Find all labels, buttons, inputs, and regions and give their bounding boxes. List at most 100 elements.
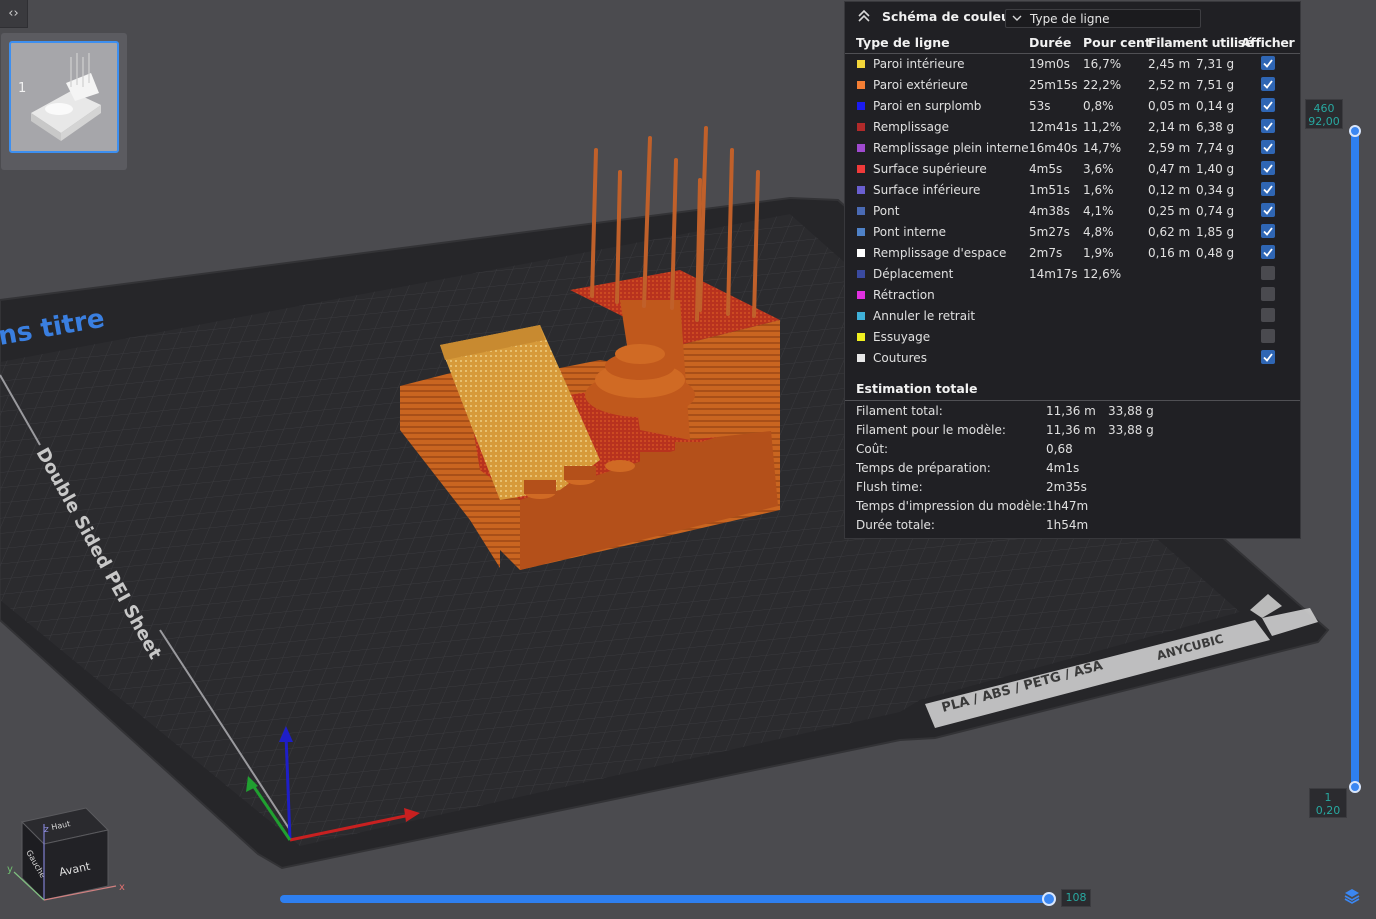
column-header-type: Type de ligne	[856, 35, 950, 50]
checkmark-icon	[1263, 80, 1273, 89]
show-checkbox[interactable]	[1261, 203, 1275, 217]
view-type-select[interactable]: Type de ligne	[1005, 9, 1201, 28]
summary-row: Temps de préparation: 4m1s	[845, 461, 1300, 480]
legend-name: Coutures	[873, 351, 927, 365]
color-swatch	[857, 81, 865, 89]
checkmark-icon	[1263, 185, 1273, 194]
summary-label: Filament pour le modèle:	[856, 423, 1006, 437]
legend-name: Déplacement	[873, 267, 954, 281]
sidebar-collapse-button[interactable]: ‹›	[0, 0, 28, 28]
legend-percent: 4,8%	[1083, 225, 1114, 239]
legend-weight: 0,74 g	[1196, 204, 1235, 218]
show-checkbox[interactable]	[1261, 56, 1275, 70]
show-checkbox[interactable]	[1261, 350, 1275, 364]
move-slider-handle[interactable]	[1042, 892, 1056, 906]
color-swatch	[857, 291, 865, 299]
color-swatch	[857, 102, 865, 110]
bottom-layer-label: 1 0,20	[1309, 788, 1347, 818]
show-checkbox[interactable]	[1261, 245, 1275, 259]
chevrons-icon: ‹›	[8, 6, 19, 21]
legend-weight: 1,85 g	[1196, 225, 1235, 239]
legend-percent: 0,8%	[1083, 99, 1114, 113]
plate-preview-image	[31, 53, 101, 141]
legend-row: Paroi en surplomb 53s 0,8% 0,05 m 0,14 g	[845, 97, 1300, 118]
legend-length: 0,12 m	[1148, 183, 1191, 197]
show-checkbox[interactable]	[1261, 224, 1275, 238]
summary-v1: 2m35s	[1046, 480, 1087, 494]
top-layer-number: 460	[1313, 102, 1335, 115]
summary-row: Temps d'impression du modèle: 1h47m	[845, 499, 1300, 518]
legend-weight: 0,34 g	[1196, 183, 1235, 197]
color-swatch	[857, 333, 865, 341]
summary-label: Coût:	[856, 442, 889, 456]
show-checkbox[interactable]	[1261, 287, 1275, 301]
view-cube[interactable]: Haut Avant Gauche x y z	[4, 800, 136, 910]
legend-weight: 7,31 g	[1196, 57, 1235, 71]
legend-duration: 14m17s	[1029, 267, 1078, 281]
legend-row: Annuler le retrait	[845, 307, 1300, 328]
show-checkbox[interactable]	[1261, 77, 1275, 91]
move-slider-value: 108	[1061, 889, 1091, 907]
show-checkbox[interactable]	[1261, 119, 1275, 133]
show-checkbox[interactable]	[1261, 308, 1275, 322]
double-chevron-up-icon[interactable]	[857, 8, 871, 24]
view-type-value: Type de ligne	[1030, 12, 1110, 26]
legend-duration: 25m15s	[1029, 78, 1078, 92]
legend-duration: 5m27s	[1029, 225, 1070, 239]
legend-row: Déplacement 14m17s 12,6%	[845, 265, 1300, 286]
show-checkbox[interactable]	[1261, 182, 1275, 196]
legend-name: Paroi en surplomb	[873, 99, 982, 113]
show-checkbox[interactable]	[1261, 98, 1275, 112]
legend-name: Paroi intérieure	[873, 57, 965, 71]
legend-length: 2,59 m	[1148, 141, 1191, 155]
top-layer-label: 460 92,00	[1305, 99, 1343, 129]
color-swatch	[857, 249, 865, 257]
checkmark-icon	[1263, 206, 1273, 215]
legend-name: Remplissage d'espace	[873, 246, 1007, 260]
color-swatch	[857, 165, 865, 173]
summary-v1: 0,68	[1046, 442, 1073, 456]
legend-percent: 22,2%	[1083, 78, 1122, 92]
column-header-filament: Filament utilisé	[1148, 35, 1254, 50]
show-checkbox[interactable]	[1261, 266, 1275, 280]
legend-percent: 14,7%	[1083, 141, 1122, 155]
legend-name: Annuler le retrait	[873, 309, 976, 323]
summary-label: Flush time:	[856, 480, 923, 494]
legend-percent: 16,7%	[1083, 57, 1122, 71]
summary-divider	[845, 400, 1300, 401]
legend-percent: 11,2%	[1083, 120, 1122, 134]
top-layer-height: 92,00	[1308, 115, 1340, 128]
legend-name: Paroi extérieure	[873, 78, 968, 92]
checkmark-icon	[1263, 353, 1273, 362]
legend-length: 2,52 m	[1148, 78, 1191, 92]
color-swatch	[857, 123, 865, 131]
summary-title: Estimation totale	[856, 381, 978, 396]
summary-v1: 1h47m	[1046, 499, 1089, 513]
layers-icon[interactable]	[1343, 887, 1361, 905]
show-checkbox[interactable]	[1261, 161, 1275, 175]
legend-length: 0,25 m	[1148, 204, 1191, 218]
color-swatch	[857, 207, 865, 215]
layer-slider-bottom-handle[interactable]	[1349, 781, 1361, 793]
show-checkbox[interactable]	[1261, 140, 1275, 154]
legend-name: Pont interne	[873, 225, 947, 239]
legend-duration: 19m0s	[1029, 57, 1070, 71]
summary-label: Temps d'impression du modèle:	[856, 499, 1047, 513]
move-slider-track[interactable]	[280, 895, 1050, 903]
color-swatch	[857, 270, 865, 278]
layer-slider-top-handle[interactable]	[1349, 125, 1361, 137]
column-header-duration: Durée	[1029, 35, 1072, 50]
column-header-show: Afficher	[1241, 35, 1295, 50]
plate-number: 1	[18, 81, 27, 96]
layer-slider-track[interactable]	[1351, 128, 1359, 790]
legend-duration: 2m7s	[1029, 246, 1063, 260]
legend-weight: 0,14 g	[1196, 99, 1235, 113]
legend-duration: 16m40s	[1029, 141, 1078, 155]
legend-row: Pont interne 5m27s 4,8% 0,62 m 1,85 g	[845, 223, 1300, 244]
summary-v1: 11,36 m	[1046, 423, 1096, 437]
legend-row: Pont 4m38s 4,1% 0,25 m 0,74 g	[845, 202, 1300, 223]
legend-length: 2,45 m	[1148, 57, 1191, 71]
show-checkbox[interactable]	[1261, 329, 1275, 343]
legend-length: 0,16 m	[1148, 246, 1191, 260]
plate-thumbnail[interactable]: 1	[1, 33, 127, 170]
